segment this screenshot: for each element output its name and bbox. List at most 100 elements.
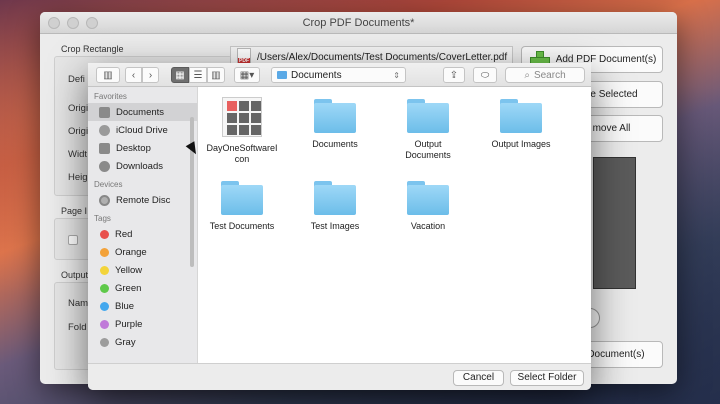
folder-item[interactable]: Test Images xyxy=(292,181,378,232)
window-titlebar: Crop PDF Documents* xyxy=(40,12,677,34)
columns-icon: ▥ xyxy=(211,69,221,81)
label-folder: Fold xyxy=(68,322,87,333)
sidebar-item-documents[interactable]: Documents xyxy=(88,103,197,121)
updown-chevron-icon: ⇕ xyxy=(393,70,400,80)
file-name: Test Images xyxy=(310,221,360,231)
sidebar-tag-gray[interactable]: Gray xyxy=(88,333,197,351)
sidebar-toggle-button[interactable]: ▥ xyxy=(96,67,120,83)
search-icon: ⌕ xyxy=(524,69,530,81)
remove-selected-label: ve Selected xyxy=(585,89,638,100)
green-tag-dot-icon xyxy=(100,283,109,293)
favorites-header: Favorites xyxy=(94,92,127,101)
purple-tag-dot-icon xyxy=(100,319,109,329)
folder-icon xyxy=(407,99,449,133)
sidebar-tag-green[interactable]: Green xyxy=(88,279,197,297)
window-controls xyxy=(48,17,98,29)
back-button[interactable]: ‹ xyxy=(125,67,142,83)
page-preview xyxy=(593,157,636,289)
sidebar-tag-blue[interactable]: Blue xyxy=(88,297,197,315)
column-view-button[interactable]: ▥ xyxy=(207,67,225,83)
desktop-icon xyxy=(99,142,110,154)
search-placeholder: Search xyxy=(533,69,566,81)
share-icon: ⇪ xyxy=(449,69,459,81)
orange-tag-dot-icon xyxy=(100,247,109,257)
file-item[interactable]: DayOneSoftwareI con xyxy=(199,97,285,165)
blue-tag-dot-icon xyxy=(100,301,109,311)
close-window-button[interactable] xyxy=(48,17,60,29)
sidebar-tag-red[interactable]: Red xyxy=(88,225,197,243)
list-view-button[interactable]: ☰ xyxy=(189,67,207,83)
minimize-window-button[interactable] xyxy=(67,17,79,29)
file-path-text: /Users/Alex/Documents/Test Documents/Cov… xyxy=(257,51,508,63)
tags-header: Tags xyxy=(94,214,111,223)
folder-icon xyxy=(314,99,356,133)
share-button[interactable]: ⇪ xyxy=(443,67,465,83)
search-field[interactable]: ⌕ Search xyxy=(505,67,585,83)
folder-item[interactable]: Output Documents xyxy=(385,99,471,161)
cloud-icon xyxy=(99,124,110,136)
sidebar-item-label: Red xyxy=(115,228,133,240)
tag-icon: ⬭ xyxy=(480,69,490,81)
folder-item[interactable]: Documents xyxy=(292,99,378,150)
folder-small-icon xyxy=(277,71,287,79)
sidebar-item-desktop[interactable]: Desktop xyxy=(88,139,197,157)
tag-button[interactable]: ⬭ xyxy=(473,67,497,83)
gray-tag-dot-icon xyxy=(100,337,109,347)
sidebar-item-remote-disc[interactable]: Remote Disc xyxy=(88,191,197,209)
sidebar-item-label: iCloud Drive xyxy=(116,124,168,136)
folder-item[interactable]: Test Documents xyxy=(199,181,285,232)
arrange-button[interactable]: ▦▾ xyxy=(234,67,260,83)
folder-item[interactable]: Output Images xyxy=(478,99,564,150)
app-image-icon xyxy=(222,97,262,137)
select-folder-label: Select Folder xyxy=(517,372,577,383)
label-origin-y: Origi xyxy=(68,126,89,137)
page-checkbox[interactable] xyxy=(68,235,78,245)
crop-rectangle-title: Crop Rectangle xyxy=(61,44,124,54)
file-name: Test Documents xyxy=(209,221,275,231)
sidebar-icon: ▥ xyxy=(103,69,113,81)
dialog-toolbar: ▥ ‹ › ▦ ☰ ▥ ▦▾ Documents ⇕ ⇪ ⬭ ⌕ Search xyxy=(88,63,591,87)
label-origin-x: Origi xyxy=(68,103,89,114)
remove-all-label: move All xyxy=(592,123,631,134)
folder-item[interactable]: Vacation xyxy=(385,181,471,232)
file-name: Vacation xyxy=(410,221,446,231)
documents-icon xyxy=(99,106,110,118)
sidebar-item-downloads[interactable]: Downloads xyxy=(88,157,197,175)
sidebar-item-label: Yellow xyxy=(115,264,143,276)
sidebar-scrollbar[interactable] xyxy=(190,117,194,267)
sidebar-item-label: Blue xyxy=(115,300,135,312)
grid-icon: ▦ xyxy=(175,69,185,81)
label-width: Widt xyxy=(68,149,87,160)
sidebar-tag-yellow[interactable]: Yellow xyxy=(88,261,197,279)
list-icon: ☰ xyxy=(193,69,203,81)
cancel-button[interactable]: Cancel xyxy=(453,370,504,386)
window-title: Crop PDF Documents* xyxy=(302,17,415,29)
output-group-title: Output xyxy=(61,270,89,280)
sidebar-tag-purple[interactable]: Purple xyxy=(88,315,197,333)
sidebar-item-label: Orange xyxy=(115,246,147,258)
location-popup[interactable]: Documents ⇕ xyxy=(271,67,406,83)
red-tag-dot-icon xyxy=(100,229,109,239)
folder-icon xyxy=(314,181,356,215)
label-name: Nam xyxy=(68,298,89,309)
cancel-label: Cancel xyxy=(462,372,495,383)
sidebar-item-label: Green xyxy=(115,282,142,294)
arrange-icon: ▦▾ xyxy=(239,69,255,81)
yellow-tag-dot-icon xyxy=(100,265,109,275)
sidebar-item-icloud-drive[interactable]: iCloud Drive xyxy=(88,121,197,139)
zoom-window-button[interactable] xyxy=(86,17,98,29)
disc-icon xyxy=(99,194,110,206)
label-height: Heig xyxy=(68,172,88,183)
chevron-right-icon: › xyxy=(148,69,153,81)
select-folder-button[interactable]: Select Folder xyxy=(510,370,584,386)
sidebar-tag-orange[interactable]: Orange xyxy=(88,243,197,261)
open-folder-dialog: ▥ ‹ › ▦ ☰ ▥ ▦▾ Documents ⇕ ⇪ ⬭ ⌕ Search … xyxy=(88,63,591,390)
icon-view-button[interactable]: ▦ xyxy=(171,67,189,83)
folder-icon xyxy=(500,99,542,133)
forward-button[interactable]: › xyxy=(142,67,159,83)
location-label: Documents xyxy=(291,69,342,81)
sidebar-item-label: Gray xyxy=(115,336,136,348)
folder-icon xyxy=(221,181,263,215)
downloads-icon xyxy=(99,160,110,172)
folder-icon xyxy=(407,181,449,215)
